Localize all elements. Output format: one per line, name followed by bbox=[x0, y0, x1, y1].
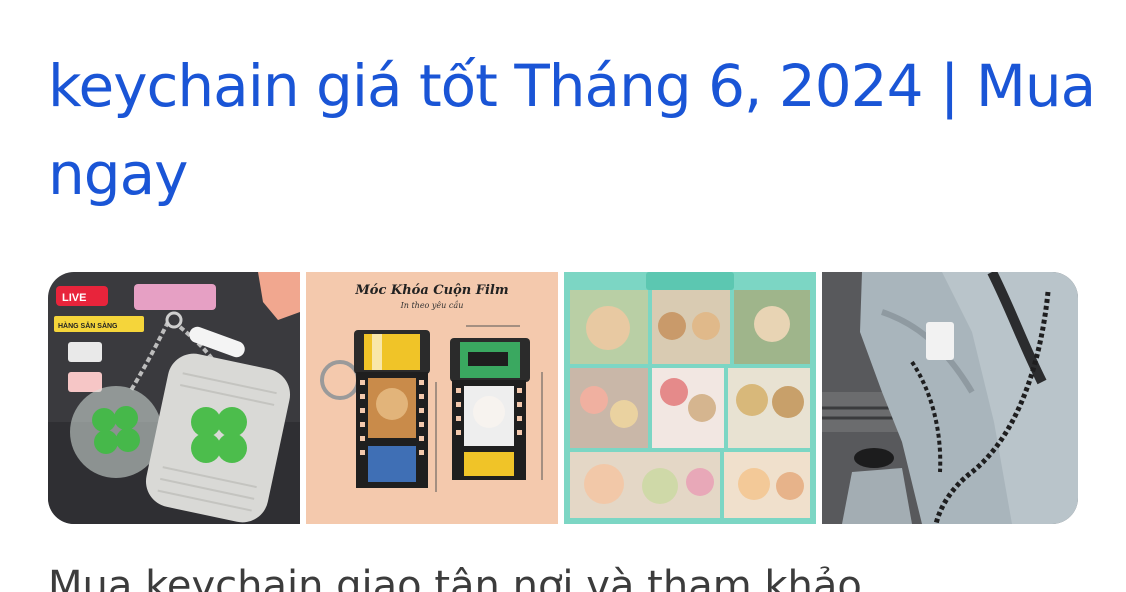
thumbnail-pet-keychain-collage[interactable] bbox=[564, 272, 816, 524]
jeans-chain-keychain-image bbox=[822, 272, 1078, 524]
ready-stock-badge-text: HÀNG SẴN SÀNG bbox=[58, 321, 118, 330]
thumbnail-film-roll-keychain[interactable]: Móc Khóa Cuộn Film In theo yêu cầu bbox=[306, 272, 558, 524]
live-badge-text: LIVE bbox=[62, 292, 86, 304]
pet-keychain-collage-image bbox=[564, 272, 816, 524]
thumbnail-clover-keychain[interactable]: LIVE HÀNG SẴN SÀNG bbox=[48, 272, 300, 524]
film-roll-keychain-image: Móc Khóa Cuộn Film In theo yêu cầu bbox=[306, 272, 558, 524]
image-thumbnail-strip: LIVE HÀNG SẴN SÀNG Móc Khóa Cuộn Film In… bbox=[48, 272, 1078, 524]
clover-keychain-image: LIVE HÀNG SẴN SÀNG bbox=[48, 272, 300, 524]
thumbnail-jeans-chain-keychain[interactable] bbox=[822, 272, 1078, 524]
film-heading-text: Móc Khóa Cuộn Film bbox=[354, 283, 508, 298]
result-title-link[interactable]: keychain giá tốt Tháng 6, 2024 | Mua nga… bbox=[48, 42, 1108, 218]
result-snippet: Mua keychain giao tận nơi và tham khảo bbox=[48, 563, 862, 592]
film-subheading-text: In theo yêu cầu bbox=[400, 301, 464, 310]
